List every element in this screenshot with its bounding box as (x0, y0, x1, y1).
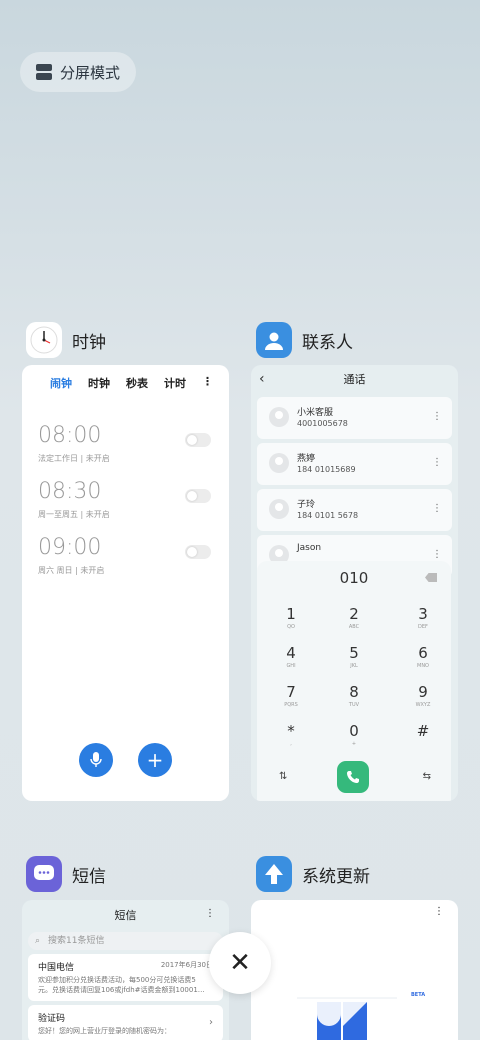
avatar (269, 407, 289, 427)
sms-app-name: 短信 (72, 866, 106, 887)
split-screen-button[interactable]: 分屏模式 (20, 52, 136, 92)
contact-name: 小米客服 (297, 408, 334, 418)
tab-alarm[interactable]: 闹钟 (50, 375, 72, 391)
clock-app-header[interactable]: 时钟 (26, 322, 106, 358)
alarm-toggle[interactable] (185, 489, 211, 503)
sms-search-placeholder: 搜索11条短信 (48, 936, 105, 946)
dialed-number: 010 (339, 569, 369, 587)
sms-title: 短信 (114, 909, 137, 922)
dial-key-1[interactable]: 1 QO (271, 605, 311, 630)
alarm-desc: 周六 周日 | 未开启 (38, 566, 105, 575)
call-button[interactable] (337, 761, 369, 793)
swap-icon[interactable]: ⇅ (279, 771, 287, 782)
update-card[interactable]: ⋮ BETA (251, 900, 458, 1040)
contact-name: Jason (297, 543, 322, 553)
alarm-desc: 周一至周五 | 未开启 (38, 510, 110, 519)
search-icon: ⌕ (35, 936, 41, 946)
plus-icon: + (146, 748, 164, 772)
dial-key-3[interactable]: 3 DEF (403, 605, 443, 630)
more-icon[interactable]: ⋮ (202, 375, 213, 391)
contacts-app-name: 联系人 (302, 332, 353, 353)
dial-key-7[interactable]: 7 PQRS (271, 683, 311, 708)
dial-key-star[interactable]: *, (271, 722, 311, 747)
clock-tabs: 闹钟 时钟 秒表 计时 ⋮ (22, 365, 229, 391)
split-screen-icon (36, 64, 52, 80)
alarm-toggle[interactable] (185, 433, 211, 447)
tab-timer[interactable]: 计时 (164, 375, 186, 391)
add-alarm-button[interactable]: + (138, 743, 172, 777)
contacts-icon (256, 322, 292, 358)
clock-icon (26, 322, 62, 358)
alarm-time: 08:30 (38, 479, 102, 504)
dial-key-0[interactable]: 0 + (334, 722, 374, 747)
message-preview: 欢迎参加积分兑换话费活动，每500分可兑换话费5元。兑换话费请回复106或jfd… (38, 976, 205, 994)
alarm-item[interactable]: 09:00 周六 周日 | 未开启 (38, 527, 213, 583)
avatar (269, 499, 289, 519)
chevron-right-icon: › (209, 1017, 213, 1028)
clock-app-name: 时钟 (72, 332, 106, 353)
contacts-app-header[interactable]: 联系人 (256, 322, 353, 358)
list-item[interactable]: 小米客服 4001005678 ⋮ (257, 397, 452, 439)
dial-key-2[interactable]: 2 ABC (334, 605, 374, 630)
dialpad-menu-icon[interactable]: ⇆ (423, 771, 431, 782)
sms-icon (26, 856, 62, 892)
dial-key-5[interactable]: 5 JKL (334, 644, 374, 669)
list-item[interactable]: 中国电信 2017年6月30日 欢迎参加积分兑换话费活动，每500分可兑换话费5… (28, 954, 223, 1001)
beta-badge: BETA (411, 992, 426, 998)
contact-number: 184 01015689 (297, 465, 356, 474)
dialpad: 010 1 QO 2 ABC 3 DEF 4 GHI 5 JKL 6 MNO 7 PQRS 8… (257, 561, 451, 801)
alarm-item[interactable]: 08:30 周一至周五 | 未开启 (38, 471, 213, 527)
more-icon[interactable]: ⋮ (432, 503, 442, 514)
alarm-toggle[interactable] (185, 545, 211, 559)
contacts-title: 通话 (343, 373, 366, 386)
more-icon[interactable]: ⋮ (432, 549, 442, 560)
clock-card[interactable]: 闹钟 时钟 秒表 计时 ⋮ 08:00 法定工作日 | 未开启 08:30 周一… (22, 365, 229, 801)
contact-name: 燕婷 (297, 454, 316, 464)
list-item[interactable]: 燕婷 184 01015689 ⋮ (257, 443, 452, 485)
list-item[interactable]: 子玲 184 0101 5678 ⋮ (257, 489, 452, 531)
tab-stopwatch[interactable]: 秒表 (126, 375, 148, 391)
alarm-desc: 法定工作日 | 未开启 (38, 454, 110, 463)
more-icon[interactable]: ⋮ (205, 908, 215, 919)
list-item[interactable]: 验证码 您好！您的网上营业厅登录的随机密码为： › (28, 1005, 223, 1040)
sms-titlebar: 短信 ⋮ (22, 900, 229, 930)
dial-key-4[interactable]: 4 GHI (271, 644, 311, 669)
system-update-icon (256, 856, 292, 892)
more-icon[interactable]: ⋮ (432, 411, 442, 422)
contacts-card[interactable]: ‹ 通话 小米客服 4001005678 ⋮ 燕婷 184 01015689 ⋮… (251, 365, 458, 801)
microphone-icon (90, 752, 102, 767)
contact-number: 4001005678 (297, 419, 348, 428)
clear-all-button[interactable]: ✕ (209, 932, 271, 994)
sms-card[interactable]: 短信 ⋮ ⌕ 搜索11条短信 中国电信 2017年6月30日 欢迎参加积分兑换话… (22, 900, 229, 1040)
sms-app-header[interactable]: 短信 (26, 856, 106, 892)
dial-key-9[interactable]: 9 WXYZ (403, 683, 443, 708)
contacts-titlebar: ‹ 通话 (251, 365, 458, 393)
back-icon[interactable]: ‹ (259, 371, 265, 387)
more-icon[interactable]: ⋮ (434, 906, 444, 917)
contact-name: 子玲 (297, 500, 316, 510)
contact-number: 184 0101 5678 (297, 511, 359, 520)
dial-key-hash[interactable]: # (403, 722, 443, 741)
tab-clock[interactable]: 时钟 (88, 375, 110, 391)
more-icon[interactable]: ⋮ (432, 457, 442, 468)
alarm-time: 08:00 (38, 423, 102, 448)
split-screen-label: 分屏模式 (60, 63, 121, 82)
message-preview: 您好！您的网上营业厅登录的随机密码为： (38, 1027, 171, 1035)
update-illustration (297, 997, 397, 1040)
alarm-time: 09:00 (38, 535, 102, 560)
avatar (269, 453, 289, 473)
close-icon: ✕ (229, 948, 251, 978)
update-app-header[interactable]: 系统更新 (256, 856, 370, 892)
sms-search-input[interactable]: ⌕ 搜索11条短信 (28, 932, 223, 950)
dial-key-8[interactable]: 8 TUV (334, 683, 374, 708)
message-date: 2017年6月30日 (160, 961, 213, 969)
update-app-name: 系统更新 (302, 866, 370, 887)
alarm-item[interactable]: 08:00 法定工作日 | 未开启 (38, 415, 213, 471)
voice-alarm-button[interactable] (79, 743, 113, 777)
phone-icon (347, 771, 359, 783)
message-sender: 验证码 (38, 1014, 66, 1024)
dial-key-6[interactable]: 6 MNO (403, 644, 443, 669)
